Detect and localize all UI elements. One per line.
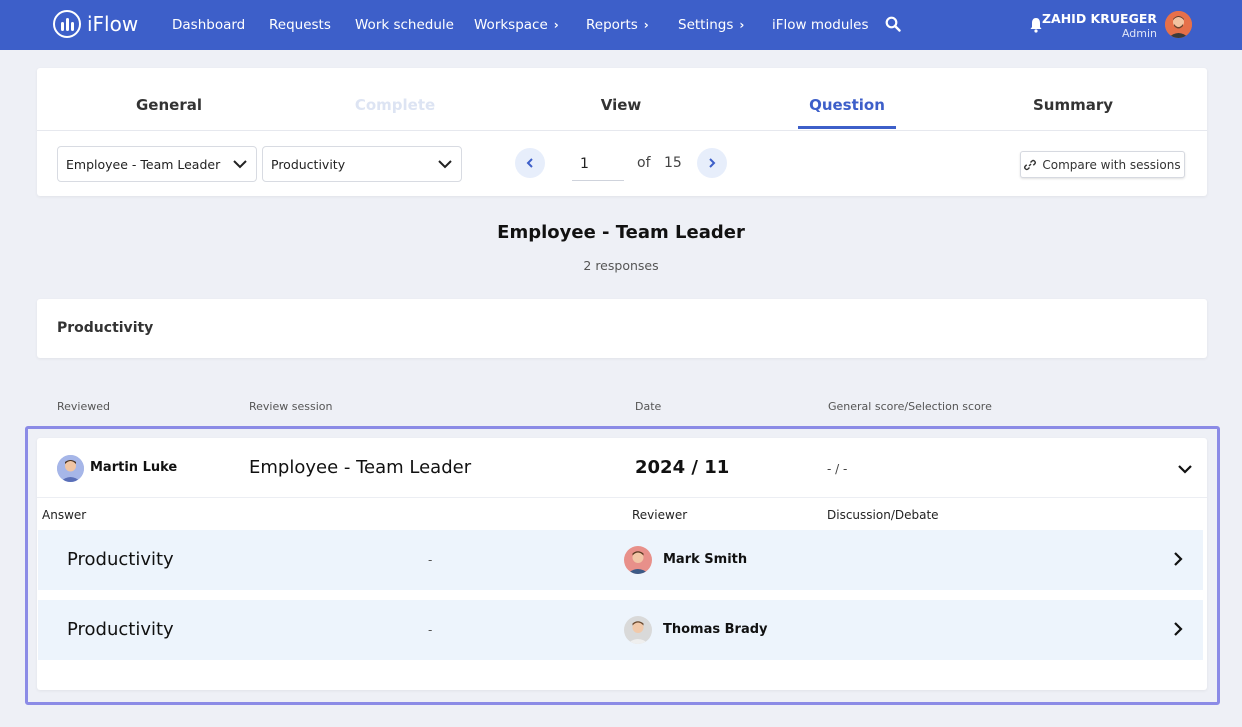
next-page-button[interactable] bbox=[697, 148, 727, 178]
page-of-label: of bbox=[637, 155, 651, 171]
tab-view[interactable]: View bbox=[508, 96, 734, 114]
user-role: Admin bbox=[1121, 27, 1157, 40]
tab-complete: Complete bbox=[354, 96, 436, 114]
link-icon bbox=[1024, 159, 1037, 170]
tab-general[interactable]: General bbox=[56, 96, 282, 114]
review-row-card: Martin Luke Employee - Team Leader 2024 … bbox=[37, 438, 1207, 690]
chevron-down-icon[interactable] bbox=[1176, 460, 1194, 478]
active-tab-indicator bbox=[798, 126, 896, 129]
session-title: Employee - Team Leader bbox=[497, 222, 745, 243]
prev-page-button[interactable] bbox=[515, 148, 545, 178]
row-divider bbox=[37, 497, 1207, 498]
answer-row[interactable]: Productivity - Mark Smith bbox=[38, 530, 1203, 590]
nav-workspace[interactable]: Workspace › bbox=[474, 17, 559, 33]
answer-value: - bbox=[428, 623, 433, 637]
responses-count: 2 responses bbox=[583, 258, 659, 273]
chevron-right-icon bbox=[709, 158, 716, 168]
iflow-logo[interactable]: iFlow bbox=[53, 10, 138, 38]
nav-requests[interactable]: Requests bbox=[269, 17, 331, 33]
bell-icon[interactable] bbox=[1029, 17, 1043, 33]
col-header-score: General score/Selection score bbox=[828, 400, 992, 413]
user-name[interactable]: ZAHID KRUEGER bbox=[1042, 11, 1157, 26]
nav-work-schedule[interactable]: Work schedule bbox=[355, 17, 454, 33]
chevron-right-icon: › bbox=[643, 18, 649, 32]
col-header-reviewed: Reviewed bbox=[57, 400, 110, 413]
question-section-title: Productivity bbox=[57, 320, 154, 336]
logo-text: iFlow bbox=[87, 12, 139, 36]
question-filter-card: General Complete View Question Summary E… bbox=[37, 68, 1207, 196]
session-select[interactable]: Employee - Team Leader bbox=[57, 146, 257, 182]
top-navbar: iFlow Dashboard Requests Work schedule W… bbox=[0, 0, 1242, 50]
avatar bbox=[57, 455, 84, 482]
sub-header-answer: Answer bbox=[42, 508, 87, 522]
reviewer-name: Thomas Brady bbox=[663, 622, 768, 637]
nav-iflow-modules[interactable]: iFlow modules bbox=[772, 17, 868, 33]
page-total: 15 bbox=[664, 155, 682, 171]
chevron-right-icon: › bbox=[739, 18, 745, 32]
review-score: - / - bbox=[827, 462, 848, 476]
tab-summary[interactable]: Summary bbox=[960, 96, 1186, 114]
nav-settings[interactable]: Settings › bbox=[678, 17, 744, 33]
nav-reports[interactable]: Reports › bbox=[586, 17, 649, 33]
tab-question[interactable]: Question bbox=[734, 96, 960, 114]
answer-row[interactable]: Productivity - Thomas Brady bbox=[38, 600, 1203, 660]
reviewer-name: Mark Smith bbox=[663, 552, 748, 567]
sub-header-discussion: Discussion/Debate bbox=[827, 508, 939, 522]
compare-with-sessions-button[interactable]: Compare with sessions bbox=[1020, 151, 1185, 178]
review-date: 2024 / 11 bbox=[635, 457, 730, 478]
review-session-name: Employee - Team Leader bbox=[249, 457, 472, 478]
answer-title: Productivity bbox=[67, 619, 174, 640]
chevron-right-icon[interactable] bbox=[1169, 550, 1187, 568]
search-icon[interactable] bbox=[885, 16, 901, 32]
nav-dashboard[interactable]: Dashboard bbox=[172, 17, 245, 33]
avatar bbox=[624, 546, 652, 574]
question-section-card: Productivity bbox=[37, 299, 1207, 358]
sub-header-reviewer: Reviewer bbox=[632, 508, 688, 522]
chevron-left-icon bbox=[526, 158, 533, 168]
col-header-date: Date bbox=[635, 400, 662, 413]
answer-value: - bbox=[428, 553, 433, 567]
chevron-right-icon: › bbox=[553, 18, 559, 32]
reviewed-name: Martin Luke bbox=[90, 460, 178, 475]
chevron-down-icon bbox=[233, 160, 247, 169]
chevron-right-icon[interactable] bbox=[1169, 620, 1187, 638]
tabs-divider bbox=[37, 130, 1207, 131]
chevron-down-icon bbox=[438, 160, 452, 169]
avatar bbox=[624, 616, 652, 644]
category-select[interactable]: Productivity bbox=[262, 146, 462, 182]
logo-icon bbox=[53, 10, 81, 38]
col-header-review-session: Review session bbox=[249, 400, 333, 413]
page-number-input[interactable] bbox=[572, 148, 624, 181]
answer-title: Productivity bbox=[67, 549, 174, 570]
user-avatar[interactable] bbox=[1165, 11, 1192, 38]
